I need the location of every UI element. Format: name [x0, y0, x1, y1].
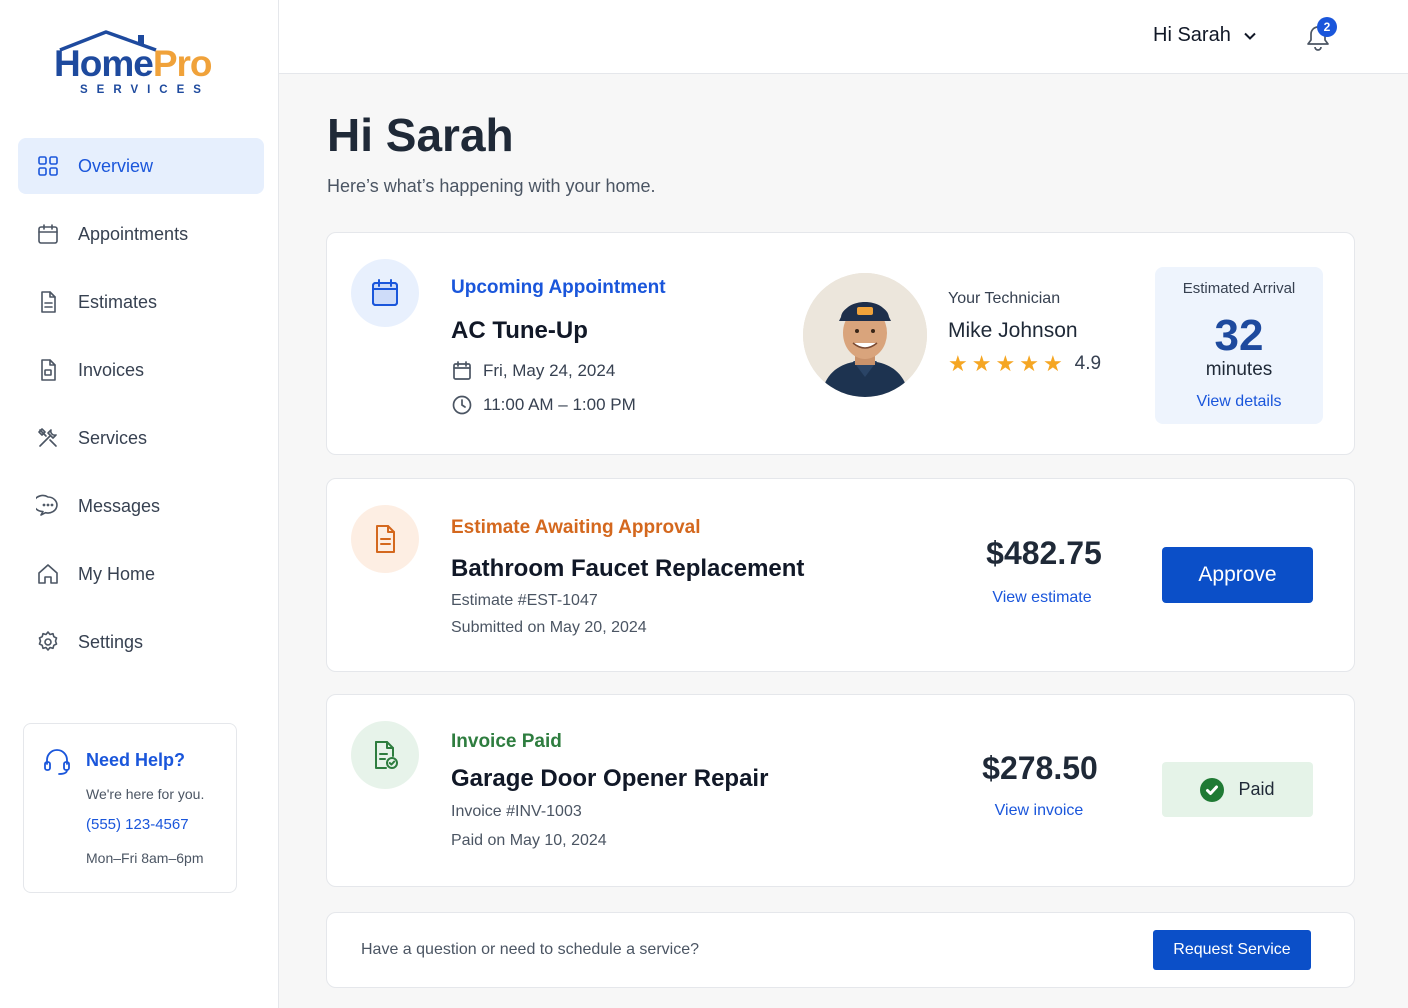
estimate-number: Estimate #EST-1047: [451, 592, 598, 609]
upcoming-appointment-card: Upcoming Appointment AC Tune-Up Fri, May…: [326, 232, 1355, 455]
user-menu[interactable]: Hi Sarah: [1153, 24, 1257, 47]
tools-icon: [36, 426, 60, 450]
headset-icon: [42, 746, 72, 776]
calendar-icon: [36, 222, 60, 246]
paid-status-badge: Paid: [1162, 762, 1313, 817]
estimate-submitted-date: Submitted on May 20, 2024: [451, 619, 647, 636]
appointment-date-text: Fri, May 24, 2024: [483, 361, 616, 380]
page-subtitle: Here’s what’s happening with your home.: [327, 176, 656, 196]
technician-avatar: [803, 273, 927, 397]
sidebar-item-label: Services: [78, 427, 148, 448]
document-icon: [36, 290, 60, 314]
estimate-card: Estimate Awaiting Approval Bathroom Fauc…: [326, 478, 1355, 672]
sidebar-item-settings[interactable]: Settings: [18, 614, 264, 670]
invoice-paid-date: Paid on May 10, 2024: [451, 832, 607, 849]
appointment-date: Fri, May 24, 2024: [451, 360, 615, 382]
rating-value: 4.9: [1074, 353, 1102, 374]
help-phone-link[interactable]: (555) 123-4567: [86, 816, 189, 833]
star-icon: ★: [1019, 351, 1039, 376]
sidebar-item-appointments[interactable]: Appointments: [18, 206, 264, 262]
sidebar-item-label: Overview: [78, 155, 154, 176]
cta-text: Have a question or need to schedule a se…: [361, 941, 699, 958]
star-icon: ★: [948, 351, 968, 376]
help-title: Need Help?: [86, 750, 186, 770]
paid-status-label: Paid: [1238, 779, 1275, 799]
homepro-logo[interactable]: HomePro SERVICES: [54, 30, 224, 100]
invoice-number: Invoice #INV-1003: [451, 803, 582, 820]
view-invoice-link[interactable]: View invoice: [949, 802, 1129, 820]
request-service-banner: Have a question or need to schedule a se…: [326, 912, 1355, 988]
check-circle-icon: [1200, 777, 1225, 802]
help-subtitle: We're here for you.: [86, 786, 205, 802]
estimated-arrival-panel: Estimated Arrival 32 minutes View detail…: [1155, 267, 1323, 424]
estimate-title: Bathroom Faucet Replacement: [451, 555, 805, 582]
eta-label: Estimated Arrival: [1182, 280, 1296, 297]
sidebar-item-label: Messages: [78, 495, 161, 516]
estimate-kicker: Estimate Awaiting Approval: [451, 517, 701, 538]
request-service-button[interactable]: Request Service: [1153, 930, 1311, 970]
sidebar-item-services[interactable]: Services: [18, 410, 264, 466]
help-hours: Mon–Fri 8am–6pm: [86, 850, 204, 866]
sidebar-item-estimates[interactable]: Estimates: [18, 274, 264, 330]
estimate-amount: $482.75: [986, 535, 1102, 571]
approve-button[interactable]: Approve: [1162, 547, 1313, 603]
appointment-title: AC Tune-Up: [451, 317, 588, 344]
invoice-card: Invoice Paid Garage Door Opener Repair I…: [326, 694, 1355, 887]
document-icon: [351, 505, 419, 573]
chevron-down-icon: [1243, 29, 1257, 43]
star-icon: ★: [1042, 351, 1063, 376]
sidebar-item-messages[interactable]: Messages: [18, 478, 264, 534]
user-greeting: Hi Sarah: [1153, 24, 1231, 46]
top-header: Hi Sarah 2: [279, 0, 1408, 74]
calendar-small-icon: [453, 361, 471, 380]
invoice-amount: $278.50: [982, 750, 1098, 786]
clock-icon: [452, 395, 472, 415]
sidebar-nav: Overview Appointments Estimates Invoices…: [18, 138, 264, 682]
invoice-paid-icon: [351, 721, 419, 789]
logo-wordmark: HomePro: [54, 43, 212, 84]
star-icon: ★: [971, 351, 992, 376]
eta-value: 32: [1214, 311, 1264, 360]
sidebar-item-my-home[interactable]: My Home: [18, 546, 264, 602]
sidebar-item-overview[interactable]: Overview: [18, 138, 264, 194]
invoice-icon: [36, 358, 60, 382]
view-estimate-link[interactable]: View estimate: [952, 589, 1132, 607]
page-title: Hi Sarah: [327, 109, 514, 161]
home-icon: [36, 562, 60, 586]
grid-icon: [36, 154, 60, 178]
invoice-title: Garage Door Opener Repair: [451, 765, 769, 792]
sidebar-item-label: My Home: [78, 563, 156, 584]
sidebar-item-label: Invoices: [78, 359, 145, 380]
gear-icon: [36, 630, 60, 654]
view-details-link[interactable]: View details: [1155, 393, 1323, 411]
sidebar-item-invoices[interactable]: Invoices: [18, 342, 264, 398]
sidebar-item-label: Estimates: [78, 291, 158, 312]
help-card: Need Help? We're here for you. (555) 123…: [23, 723, 237, 893]
technician-label: Your Technician: [948, 290, 1061, 307]
technician-rating: ★ ★ ★ ★ ★ 4.9: [948, 353, 1101, 375]
technician-name: Mike Johnson: [948, 319, 1078, 342]
notification-count-badge: 2: [1317, 17, 1337, 37]
eta-unit: minutes: [1205, 359, 1273, 380]
appointment-time-text: 11:00 AM – 1:00 PM: [483, 395, 636, 414]
sidebar-item-label: Settings: [78, 631, 144, 652]
sidebar: HomePro SERVICES Overview Appointments E…: [0, 0, 279, 1008]
appointment-time: 11:00 AM – 1:00 PM: [451, 394, 636, 416]
invoice-kicker: Invoice Paid: [451, 731, 562, 752]
calendar-icon: [351, 259, 419, 327]
appointment-kicker: Upcoming Appointment: [451, 277, 666, 298]
star-icon: ★: [995, 351, 1016, 376]
logo-tagline: SERVICES: [80, 84, 210, 96]
sidebar-item-label: Appointments: [78, 223, 189, 244]
chat-icon: [36, 494, 60, 518]
